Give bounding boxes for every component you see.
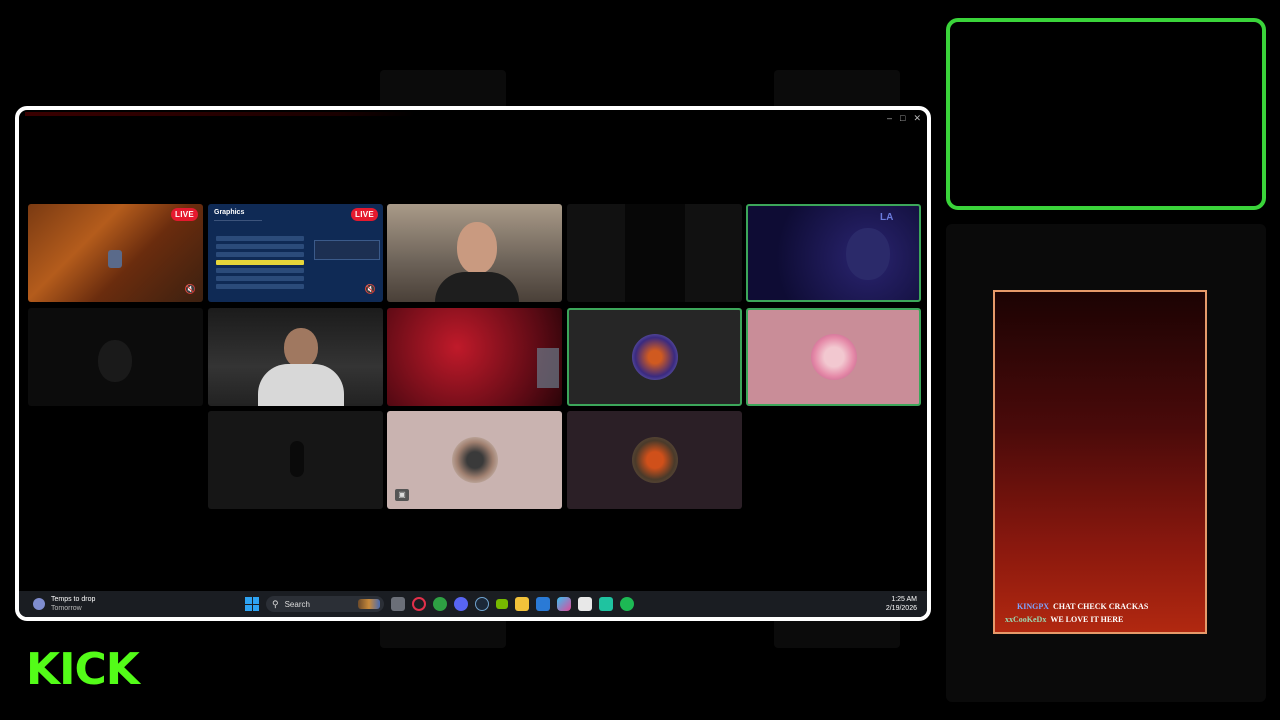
video-tile-webcam-bald-man[interactable] (387, 204, 562, 302)
weather-widget[interactable]: Temps to drop Tomorrow (33, 595, 95, 613)
camera-off-icon[interactable]: ▣ (395, 489, 409, 501)
search-label: Search (284, 599, 310, 609)
chat-overlay: KINGPX CHAT CHECK CRACKAS xxCooKeDx WE LOV… (993, 290, 1207, 634)
windows-taskbar: Temps to drop Tomorrow ⚲ Search 1:25 AM … (19, 591, 927, 617)
chat-text: CHAT CHECK CRACKAS (1053, 602, 1149, 611)
shadow-panel (625, 204, 685, 302)
window-controls: – □ ✕ (887, 113, 921, 124)
kick-logo: KICK (26, 644, 140, 695)
video-tile-purple-avatar[interactable] (567, 411, 742, 509)
participant-avatar (631, 334, 678, 380)
video-tile-graphics-settings[interactable]: Graphics ———————————— LIVE 🔇 (208, 204, 383, 302)
settings-row (216, 236, 304, 241)
video-tile-avatar-circle[interactable] (567, 308, 742, 406)
settings-row-highlighted (216, 260, 304, 265)
participant-avatar (451, 437, 498, 483)
clock-date: 2/19/2026 (885, 605, 917, 612)
settings-row (216, 252, 304, 257)
webcam-frame (946, 18, 1266, 210)
chat-username: KINGPX (1017, 602, 1049, 611)
steam-icon[interactable] (475, 597, 489, 611)
monitor-glow (537, 348, 559, 388)
video-tile-beige-avatar[interactable]: ▣ (387, 411, 562, 509)
muted-speaker-icon[interactable]: 🔇 (365, 284, 376, 295)
person-head-shape (457, 222, 497, 274)
microsoft-store-icon[interactable] (578, 597, 592, 611)
close-icon[interactable]: ✕ (913, 113, 921, 124)
search-icon: ⚲ (272, 598, 279, 609)
weather-icon (33, 598, 45, 610)
video-tile-red-room[interactable] (387, 308, 562, 406)
video-tile-blue-cap-user[interactable]: LA (746, 204, 921, 302)
muted-speaker-icon[interactable]: 🔇 (185, 284, 196, 295)
chat-message: KINGPX CHAT CHECK CRACKAS (1017, 602, 1148, 611)
discord-icon[interactable] (454, 597, 468, 611)
person-head-shape (98, 340, 132, 382)
video-tile-dark-empty[interactable] (567, 204, 742, 302)
outlook-icon[interactable] (536, 597, 550, 611)
title-bar-accent (25, 112, 415, 116)
graphics-title: Graphics (214, 209, 245, 216)
video-tile-pink-avatar[interactable] (746, 308, 921, 406)
video-tile-webcam-headset[interactable] (208, 308, 383, 406)
maximize-icon[interactable]: □ (900, 113, 905, 124)
chat-message: xxCooKeDx WE LOVE IT HERE (1005, 615, 1123, 624)
live-badge: LIVE (351, 208, 378, 221)
taskbar-apps: ⚲ Search (245, 596, 634, 612)
file-explorer-icon[interactable] (515, 597, 529, 611)
weather-subtitle: Tomorrow (51, 605, 82, 612)
graphics-subtitle-line: ———————————— (214, 217, 262, 222)
settings-row (216, 244, 304, 249)
spotify-icon[interactable] (620, 597, 634, 611)
chat-app-icon[interactable] (599, 597, 613, 611)
settings-row (216, 284, 304, 289)
chat-username: xxCooKeDx (1005, 615, 1047, 624)
figure-shape (290, 441, 304, 477)
system-clock[interactable]: 1:25 AM 2/19/2026 (886, 595, 917, 613)
settings-preview-panel (314, 240, 380, 260)
minimize-icon[interactable]: – (887, 113, 892, 124)
opera-gx-icon[interactable] (412, 597, 426, 611)
taskbar-search[interactable]: ⚲ Search (266, 596, 384, 612)
windows-start-button[interactable] (245, 597, 259, 611)
clock-time: 1:25 AM (891, 596, 917, 603)
live-badge: LIVE (171, 208, 198, 221)
person-body-shape (435, 272, 519, 302)
settings-row (216, 268, 304, 273)
video-tile-dark-hooded[interactable] (28, 308, 203, 406)
participant-avatar (631, 437, 678, 483)
video-tile-dark-figure[interactable] (208, 411, 383, 509)
copilot-icon[interactable] (557, 597, 571, 611)
xbox-icon[interactable] (433, 597, 447, 611)
person-face-shape (846, 228, 890, 280)
video-tile-gameplay[interactable]: LIVE 🔇 (28, 204, 203, 302)
participant-avatar (810, 334, 857, 380)
weather-title: Temps to drop (51, 596, 96, 603)
task-view-icon[interactable] (391, 597, 405, 611)
person-head-shape (284, 328, 318, 368)
settings-row (216, 276, 304, 281)
chat-text: WE LOVE IT HERE (1050, 615, 1124, 624)
vehicle-shape (108, 250, 122, 268)
cap-logo-icon: LA (880, 212, 894, 223)
desktop-capture-window: – □ ✕ LIVE 🔇 Graphics ———————————— LIVE … (15, 106, 931, 621)
person-body-shape (258, 364, 344, 406)
nvidia-icon[interactable] (496, 599, 508, 609)
search-highlight-image (358, 599, 380, 609)
